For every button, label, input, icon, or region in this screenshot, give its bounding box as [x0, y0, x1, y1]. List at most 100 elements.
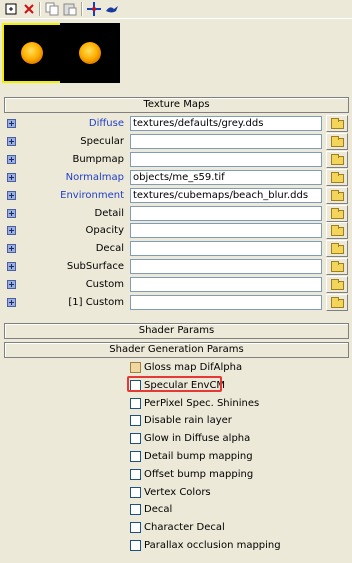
shader-option-checkbox[interactable]: Decal	[130, 501, 350, 519]
texture-path-input[interactable]	[130, 277, 322, 293]
move-icon[interactable]	[86, 1, 102, 17]
expand-plus-icon[interactable]	[7, 154, 16, 164]
checkbox-box[interactable]	[130, 362, 141, 373]
expand-plus-icon[interactable]	[7, 226, 16, 236]
folder-icon	[331, 153, 344, 165]
texture-path-input[interactable]	[130, 151, 322, 167]
texture-path-input[interactable]	[130, 295, 322, 310]
texture-path-input[interactable]	[130, 223, 322, 239]
checkbox-label: Glow in Diffuse alpha	[144, 433, 251, 445]
shader-option-checkbox[interactable]: Detail bump mapping	[130, 448, 350, 466]
folder-icon	[331, 135, 344, 147]
texture-map-label: [1] Custom	[68, 297, 124, 308]
expand-plus-icon[interactable]	[7, 136, 16, 146]
texture-path-input[interactable]: textures/defaults/grey.dds	[130, 116, 322, 131]
shader-option-checkbox[interactable]: Character Decal	[130, 519, 350, 537]
folder-icon	[331, 189, 344, 201]
shader-option-checkbox[interactable]: Offset bump mapping	[130, 466, 350, 484]
checkbox-box[interactable]	[130, 468, 141, 480]
shader-generation-header[interactable]: Shader Generation Params	[4, 342, 349, 358]
browse-folder-button[interactable]	[326, 150, 348, 168]
browse-folder-button[interactable]	[326, 168, 348, 186]
checkbox-box[interactable]	[130, 451, 141, 462]
copy-icon[interactable]	[44, 1, 60, 17]
folder-icon	[331, 243, 344, 255]
texture-map-label: Detail	[94, 207, 124, 219]
shader-option-checkbox[interactable]: Vertex Colors	[130, 484, 350, 502]
folder-icon	[331, 171, 344, 183]
delete-icon[interactable]	[21, 1, 37, 17]
browse-folder-button[interactable]	[326, 258, 348, 276]
texture-map-label[interactable]: Normalmap	[20, 172, 124, 183]
shader-option-checkbox[interactable]: Glow in Diffuse alpha	[130, 430, 350, 448]
shader-option-checkbox[interactable]: Disable rain layer	[130, 412, 350, 430]
shader-params-header[interactable]: Shader Params	[4, 323, 349, 339]
texture-map-row: [1] Custom	[0, 294, 352, 312]
expand-plus-icon[interactable]	[7, 208, 16, 218]
browse-folder-button[interactable]	[326, 240, 348, 258]
expand-plus-icon[interactable]	[7, 119, 16, 128]
texture-map-row: Diffuse textures/defaults/grey.dds	[0, 115, 352, 133]
shader-params-title: Shader Params	[138, 325, 215, 336]
checkbox-box[interactable]	[130, 415, 141, 427]
checkbox-label: Detail bump mapping	[144, 451, 253, 462]
checkbox-box[interactable]	[130, 433, 141, 445]
texture-map-label: Custom	[85, 279, 124, 291]
folder-icon	[331, 207, 344, 219]
checkbox-label: Offset bump mapping	[144, 468, 254, 480]
texture-maps-header[interactable]: Texture Maps	[4, 97, 349, 113]
texture-map-row: Custom	[0, 276, 352, 294]
expand-plus-icon[interactable]	[7, 190, 16, 200]
expand-plus-icon[interactable]	[7, 172, 16, 182]
checkbox-box[interactable]	[130, 397, 141, 409]
browse-folder-button[interactable]	[326, 132, 348, 150]
browse-folder-button[interactable]	[326, 186, 348, 204]
texture-map-row: Bumpmap	[0, 150, 352, 169]
bird-icon[interactable]	[104, 1, 120, 17]
material-swatch-2[interactable]	[60, 23, 120, 83]
texture-map-row: Normalmap objects/me_s59.tif	[0, 168, 352, 187]
checkbox-label: PerPixel Spec. Shinines	[144, 397, 260, 409]
checkbox-label: Vertex Colors	[144, 486, 211, 498]
texture-map-row: Environment textures/cubemaps/beach_blur.…	[0, 186, 352, 205]
texture-path-input[interactable]: objects/me_s59.tif	[130, 169, 322, 185]
toolbar	[0, 0, 352, 19]
shader-option-checkbox[interactable]: PerPixel Spec. Shinines	[130, 395, 350, 413]
texture-path-input[interactable]	[130, 259, 322, 275]
folder-icon	[331, 118, 344, 129]
browse-folder-button[interactable]	[326, 294, 348, 311]
checkbox-box[interactable]	[130, 540, 141, 551]
texture-map-label: Specular	[80, 135, 124, 147]
material-swatch-1[interactable]	[2, 23, 62, 83]
texture-map-label: Opacity	[85, 225, 124, 237]
checkbox-box[interactable]	[130, 486, 141, 498]
folder-icon	[331, 297, 344, 308]
shader-option-checkbox[interactable]: Parallax occlusion mapping	[130, 537, 350, 555]
new-icon[interactable]	[3, 1, 19, 17]
folder-icon	[331, 225, 344, 237]
shader-option-checkbox[interactable]: Gloss map DifAlpha	[130, 359, 350, 377]
shader-generation-title: Shader Generation Params	[109, 344, 244, 355]
texture-map-label[interactable]: Diffuse	[20, 118, 124, 129]
texture-path-input[interactable]	[130, 241, 322, 257]
checkbox-box[interactable]	[130, 504, 141, 516]
texture-map-label[interactable]: Environment	[20, 190, 124, 201]
checkbox-label: Parallax occlusion mapping	[144, 540, 281, 551]
texture-path-input[interactable]: textures/cubemaps/beach_blur.dds	[130, 187, 322, 203]
paste-icon[interactable]	[62, 1, 78, 17]
expand-plus-icon[interactable]	[7, 244, 16, 254]
expand-plus-icon[interactable]	[7, 298, 16, 307]
expand-plus-icon[interactable]	[7, 280, 16, 290]
texture-path-input[interactable]	[130, 205, 322, 221]
texture-map-row: Opacity	[0, 222, 352, 240]
browse-folder-button[interactable]	[326, 115, 348, 132]
expand-plus-icon[interactable]	[7, 262, 16, 272]
texture-path-input[interactable]	[130, 133, 322, 149]
swatch-area	[0, 20, 352, 83]
texture-map-row: Detail	[0, 204, 352, 223]
browse-folder-button[interactable]	[326, 222, 348, 240]
browse-folder-button[interactable]	[326, 204, 348, 222]
toolbar-separator	[39, 2, 41, 16]
browse-folder-button[interactable]	[326, 276, 348, 294]
checkbox-box[interactable]	[130, 522, 141, 534]
